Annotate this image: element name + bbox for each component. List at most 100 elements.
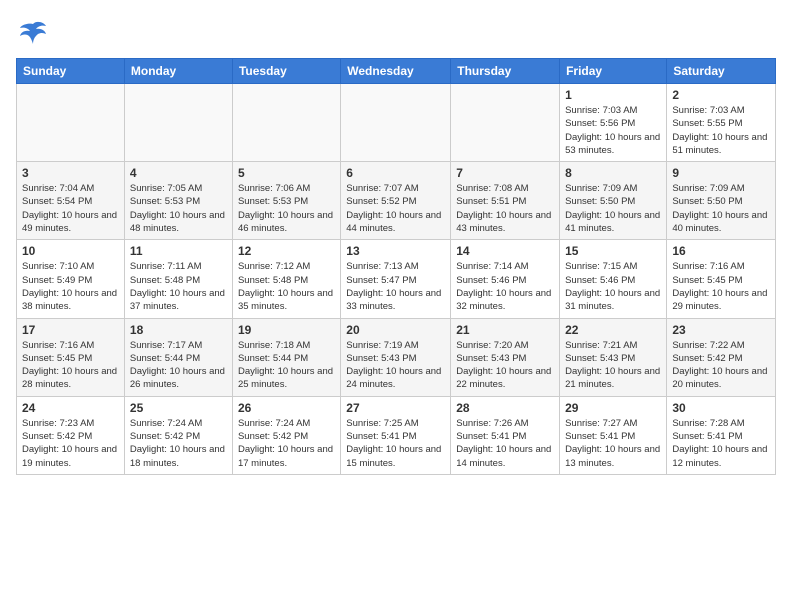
day-info: Sunrise: 7:12 AM Sunset: 5:48 PM Dayligh… bbox=[238, 260, 335, 313]
day-info: Sunrise: 7:19 AM Sunset: 5:43 PM Dayligh… bbox=[346, 339, 445, 392]
calendar-cell bbox=[124, 84, 232, 162]
day-info: Sunrise: 7:04 AM Sunset: 5:54 PM Dayligh… bbox=[22, 182, 119, 235]
day-number: 23 bbox=[672, 323, 770, 337]
day-number: 2 bbox=[672, 88, 770, 102]
calendar-cell: 14 Sunrise: 7:14 AM Sunset: 5:46 PM Dayli… bbox=[451, 240, 560, 318]
day-info: Sunrise: 7:23 AM Sunset: 5:42 PM Dayligh… bbox=[22, 417, 119, 470]
calendar-cell: 20 Sunrise: 7:19 AM Sunset: 5:43 PM Dayli… bbox=[341, 318, 451, 396]
day-info: Sunrise: 7:21 AM Sunset: 5:43 PM Dayligh… bbox=[565, 339, 661, 392]
calendar-cell: 23 Sunrise: 7:22 AM Sunset: 5:42 PM Dayli… bbox=[667, 318, 776, 396]
day-info: Sunrise: 7:05 AM Sunset: 5:53 PM Dayligh… bbox=[130, 182, 227, 235]
day-info: Sunrise: 7:03 AM Sunset: 5:55 PM Dayligh… bbox=[672, 104, 770, 157]
day-info: Sunrise: 7:28 AM Sunset: 5:41 PM Dayligh… bbox=[672, 417, 770, 470]
day-number: 6 bbox=[346, 166, 445, 180]
day-info: Sunrise: 7:24 AM Sunset: 5:42 PM Dayligh… bbox=[130, 417, 227, 470]
calendar-week-row: 17 Sunrise: 7:16 AM Sunset: 5:45 PM Dayli… bbox=[17, 318, 776, 396]
day-number: 26 bbox=[238, 401, 335, 415]
day-info: Sunrise: 7:16 AM Sunset: 5:45 PM Dayligh… bbox=[22, 339, 119, 392]
weekday-header-monday: Monday bbox=[124, 59, 232, 84]
day-number: 5 bbox=[238, 166, 335, 180]
calendar-cell: 3Sunrise: 7:04 AM Sunset: 5:54 PM Daylig… bbox=[17, 162, 125, 240]
calendar-cell bbox=[341, 84, 451, 162]
day-number: 29 bbox=[565, 401, 661, 415]
day-number: 17 bbox=[22, 323, 119, 337]
calendar-cell: 8 Sunrise: 7:09 AM Sunset: 5:50 PM Daylig… bbox=[560, 162, 667, 240]
calendar-cell: 19 Sunrise: 7:18 AM Sunset: 5:44 PM Dayli… bbox=[232, 318, 340, 396]
day-number: 25 bbox=[130, 401, 227, 415]
weekday-header-friday: Friday bbox=[560, 59, 667, 84]
calendar-week-row: 10Sunrise: 7:10 AM Sunset: 5:49 PM Dayli… bbox=[17, 240, 776, 318]
calendar-cell: 28 Sunrise: 7:26 AM Sunset: 5:41 PM Dayli… bbox=[451, 396, 560, 474]
calendar-cell: 4Sunrise: 7:05 AM Sunset: 5:53 PM Daylig… bbox=[124, 162, 232, 240]
day-info: Sunrise: 7:14 AM Sunset: 5:46 PM Dayligh… bbox=[456, 260, 554, 313]
day-number: 18 bbox=[130, 323, 227, 337]
day-number: 13 bbox=[346, 244, 445, 258]
page-container: SundayMondayTuesdayWednesdayThursdayFrid… bbox=[0, 0, 792, 485]
calendar-cell: 24 Sunrise: 7:23 AM Sunset: 5:42 PM Dayli… bbox=[17, 396, 125, 474]
day-info: Sunrise: 7:15 AM Sunset: 5:46 PM Dayligh… bbox=[565, 260, 661, 313]
day-number: 19 bbox=[238, 323, 335, 337]
day-info: Sunrise: 7:09 AM Sunset: 5:50 PM Dayligh… bbox=[672, 182, 770, 235]
day-number: 21 bbox=[456, 323, 554, 337]
day-number: 16 bbox=[672, 244, 770, 258]
calendar-cell: 10Sunrise: 7:10 AM Sunset: 5:49 PM Dayli… bbox=[17, 240, 125, 318]
calendar-week-row: 3Sunrise: 7:04 AM Sunset: 5:54 PM Daylig… bbox=[17, 162, 776, 240]
day-info: Sunrise: 7:08 AM Sunset: 5:51 PM Dayligh… bbox=[456, 182, 554, 235]
day-info: Sunrise: 7:06 AM Sunset: 5:53 PM Dayligh… bbox=[238, 182, 335, 235]
calendar-cell: 22 Sunrise: 7:21 AM Sunset: 5:43 PM Dayli… bbox=[560, 318, 667, 396]
day-info: Sunrise: 7:27 AM Sunset: 5:41 PM Dayligh… bbox=[565, 417, 661, 470]
calendar-cell: 25 Sunrise: 7:24 AM Sunset: 5:42 PM Dayli… bbox=[124, 396, 232, 474]
calendar-cell: 12 Sunrise: 7:12 AM Sunset: 5:48 PM Dayli… bbox=[232, 240, 340, 318]
day-number: 22 bbox=[565, 323, 661, 337]
day-info: Sunrise: 7:03 AM Sunset: 5:56 PM Dayligh… bbox=[565, 104, 661, 157]
day-info: Sunrise: 7:07 AM Sunset: 5:52 PM Dayligh… bbox=[346, 182, 445, 235]
calendar-cell: 29 Sunrise: 7:27 AM Sunset: 5:41 PM Dayli… bbox=[560, 396, 667, 474]
day-info: Sunrise: 7:18 AM Sunset: 5:44 PM Dayligh… bbox=[238, 339, 335, 392]
calendar-cell: 27 Sunrise: 7:25 AM Sunset: 5:41 PM Dayli… bbox=[341, 396, 451, 474]
logo-bird-icon bbox=[18, 16, 48, 46]
weekday-header-row: SundayMondayTuesdayWednesdayThursdayFrid… bbox=[17, 59, 776, 84]
page-header bbox=[16, 16, 776, 46]
day-number: 24 bbox=[22, 401, 119, 415]
day-number: 9 bbox=[672, 166, 770, 180]
day-number: 14 bbox=[456, 244, 554, 258]
logo bbox=[16, 16, 48, 46]
day-number: 11 bbox=[130, 244, 227, 258]
calendar-cell: 16 Sunrise: 7:16 AM Sunset: 5:45 PM Dayli… bbox=[667, 240, 776, 318]
day-number: 28 bbox=[456, 401, 554, 415]
calendar-cell: 21Sunrise: 7:20 AM Sunset: 5:43 PM Dayli… bbox=[451, 318, 560, 396]
day-number: 7 bbox=[456, 166, 554, 180]
day-info: Sunrise: 7:25 AM Sunset: 5:41 PM Dayligh… bbox=[346, 417, 445, 470]
calendar-cell: 11Sunrise: 7:11 AM Sunset: 5:48 PM Dayli… bbox=[124, 240, 232, 318]
calendar-cell: 2 Sunrise: 7:03 AM Sunset: 5:55 PM Daylig… bbox=[667, 84, 776, 162]
calendar-cell bbox=[451, 84, 560, 162]
calendar-cell: 26 Sunrise: 7:24 AM Sunset: 5:42 PM Dayli… bbox=[232, 396, 340, 474]
day-info: Sunrise: 7:26 AM Sunset: 5:41 PM Dayligh… bbox=[456, 417, 554, 470]
day-number: 1 bbox=[565, 88, 661, 102]
calendar-week-row: 1 Sunrise: 7:03 AM Sunset: 5:56 PM Daylig… bbox=[17, 84, 776, 162]
day-info: Sunrise: 7:22 AM Sunset: 5:42 PM Dayligh… bbox=[672, 339, 770, 392]
calendar-cell: 13Sunrise: 7:13 AM Sunset: 5:47 PM Dayli… bbox=[341, 240, 451, 318]
weekday-header-wednesday: Wednesday bbox=[341, 59, 451, 84]
calendar-cell: 6 Sunrise: 7:07 AM Sunset: 5:52 PM Daylig… bbox=[341, 162, 451, 240]
calendar-cell: 17 Sunrise: 7:16 AM Sunset: 5:45 PM Dayli… bbox=[17, 318, 125, 396]
day-info: Sunrise: 7:09 AM Sunset: 5:50 PM Dayligh… bbox=[565, 182, 661, 235]
day-number: 8 bbox=[565, 166, 661, 180]
calendar-table: SundayMondayTuesdayWednesdayThursdayFrid… bbox=[16, 58, 776, 475]
calendar-week-row: 24 Sunrise: 7:23 AM Sunset: 5:42 PM Dayli… bbox=[17, 396, 776, 474]
day-info: Sunrise: 7:17 AM Sunset: 5:44 PM Dayligh… bbox=[130, 339, 227, 392]
weekday-header-tuesday: Tuesday bbox=[232, 59, 340, 84]
calendar-cell bbox=[17, 84, 125, 162]
day-number: 27 bbox=[346, 401, 445, 415]
calendar-cell: 5 Sunrise: 7:06 AM Sunset: 5:53 PM Daylig… bbox=[232, 162, 340, 240]
day-number: 12 bbox=[238, 244, 335, 258]
day-info: Sunrise: 7:16 AM Sunset: 5:45 PM Dayligh… bbox=[672, 260, 770, 313]
calendar-cell: 30Sunrise: 7:28 AM Sunset: 5:41 PM Dayli… bbox=[667, 396, 776, 474]
day-info: Sunrise: 7:24 AM Sunset: 5:42 PM Dayligh… bbox=[238, 417, 335, 470]
weekday-header-saturday: Saturday bbox=[667, 59, 776, 84]
day-number: 20 bbox=[346, 323, 445, 337]
calendar-cell: 15Sunrise: 7:15 AM Sunset: 5:46 PM Dayli… bbox=[560, 240, 667, 318]
calendar-cell: 1 Sunrise: 7:03 AM Sunset: 5:56 PM Daylig… bbox=[560, 84, 667, 162]
calendar-cell: 7 Sunrise: 7:08 AM Sunset: 5:51 PM Daylig… bbox=[451, 162, 560, 240]
calendar-cell: 18 Sunrise: 7:17 AM Sunset: 5:44 PM Dayli… bbox=[124, 318, 232, 396]
